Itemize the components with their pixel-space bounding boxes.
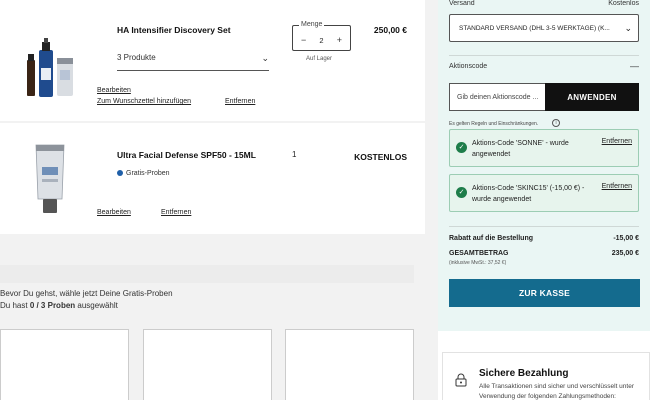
coupon-input[interactable]: Gib deinen Aktionscode ... xyxy=(449,83,545,111)
divider xyxy=(449,226,639,227)
quantity-label: Menge xyxy=(299,21,325,28)
discount-value: -15,00 € xyxy=(613,235,639,242)
remove-code-link[interactable]: Entfernen xyxy=(602,138,632,145)
samples-banner xyxy=(0,265,414,283)
samples-count: Du hast 0 / 3 Proben ausgewählt xyxy=(0,301,118,310)
edit-link[interactable]: Bearbeiten xyxy=(97,87,131,94)
sample-slot[interactable]: + xyxy=(285,329,414,400)
apply-coupon-button[interactable]: ANWENDEN xyxy=(545,83,639,111)
sample-slot[interactable]: + xyxy=(0,329,129,400)
variant-select[interactable]: 3 Produkte ⌄ xyxy=(117,53,269,71)
dot-icon xyxy=(117,170,123,177)
quantity-plus-button[interactable]: + xyxy=(337,35,342,45)
chevron-down-icon: ⌄ xyxy=(261,53,269,63)
free-sample-badge: Gratis-Proben xyxy=(117,170,170,177)
checkout-button[interactable]: ZUR KASSE xyxy=(449,279,640,307)
total-label: GESAMTBETRAG xyxy=(449,250,509,257)
applied-code-text: Aktions-Code 'SONNE' - wurde angewendet xyxy=(472,140,569,158)
coupon-title: Aktionscode xyxy=(449,63,488,70)
samples-count-value: 0 / 3 Proben xyxy=(29,301,76,310)
cart-item: Ultra Facial Defense SPF50 - 15ML Gratis… xyxy=(0,123,425,234)
divider xyxy=(449,55,639,56)
product-image-sunscreen xyxy=(35,144,65,213)
product-image-discovery-set xyxy=(27,38,73,97)
applied-code: ✓ Aktions-Code 'SONNE' - wurde angewende… xyxy=(449,129,639,167)
order-summary: Versand Kostenlos STANDARD VERSAND (DHL … xyxy=(438,0,650,331)
item-title: HA Intensifier Discovery Set xyxy=(117,25,231,35)
secure-payment-box: Sichere Bezahlung Alle Transaktionen sin… xyxy=(442,352,650,400)
edit-link[interactable]: Bearbeiten xyxy=(97,209,131,216)
quantity-value: 1 xyxy=(292,150,297,159)
samples-intro: Bevor Du gehst, wähle jetzt Deine Gratis… xyxy=(0,289,173,298)
item-price: KOSTENLOS xyxy=(354,152,407,162)
shipping-select[interactable]: STANDARD VERSAND (DHL 3-5 WERKTAGE) (K..… xyxy=(449,14,639,42)
samples-count-prefix: Du hast xyxy=(0,301,28,310)
collapse-icon[interactable]: — xyxy=(630,61,639,71)
info-icon[interactable]: i xyxy=(552,119,560,127)
remove-code-link[interactable]: Entfernen xyxy=(602,183,632,190)
total-value: 235,00 € xyxy=(611,250,639,257)
wishlist-link[interactable]: Zum Wunschzettel hinzufügen xyxy=(97,98,191,105)
applied-code: ✓ Aktions-Code 'SKINC15' (-15,00 €) - wu… xyxy=(449,174,639,212)
order-summary-column: Versand Kostenlos STANDARD VERSAND (DHL … xyxy=(438,0,650,400)
secure-payment-text: Alle Transaktionen sind sicher und versc… xyxy=(479,383,634,400)
chevron-down-icon: ⌄ xyxy=(624,23,632,33)
shipping-cost: Kostenlos xyxy=(608,0,639,7)
check-icon: ✓ xyxy=(456,187,467,198)
lock-icon xyxy=(455,373,467,387)
sample-slot[interactable]: + xyxy=(143,329,272,400)
vat-note: (inklusive MwSt.: 37,52 €) xyxy=(449,260,507,266)
secure-payment-title: Sichere Bezahlung xyxy=(479,368,569,379)
check-icon: ✓ xyxy=(456,142,467,153)
applied-code-text: Aktions-Code 'SKINC15' (-15,00 €) - wurd… xyxy=(472,185,585,203)
cart-column: HA Intensifier Discovery Set 3 Produkte … xyxy=(0,0,425,400)
discount-label: Rabatt auf die Bestellung xyxy=(449,235,534,242)
item-price: 250,00 € xyxy=(373,25,407,35)
remove-link[interactable]: Entfernen xyxy=(161,209,191,216)
rules-note: Es gelten Regeln und Einschränkungen. xyxy=(449,121,539,127)
variant-value: 3 Produkte xyxy=(117,53,156,62)
shipping-select-value: STANDARD VERSAND (DHL 3-5 WERKTAGE) (K..… xyxy=(459,25,610,32)
remove-link[interactable]: Entfernen xyxy=(225,98,255,105)
shipping-label: Versand xyxy=(449,0,475,7)
stock-status: Auf Lager xyxy=(306,56,333,62)
item-title: Ultra Facial Defense SPF50 - 15ML xyxy=(117,150,256,160)
badge-label: Gratis-Proben xyxy=(126,170,170,177)
quantity-stepper[interactable]: Menge − 2 + xyxy=(292,21,351,51)
samples-count-suffix: ausgewählt xyxy=(77,301,118,310)
cart-item: HA Intensifier Discovery Set 3 Produkte … xyxy=(0,0,425,121)
